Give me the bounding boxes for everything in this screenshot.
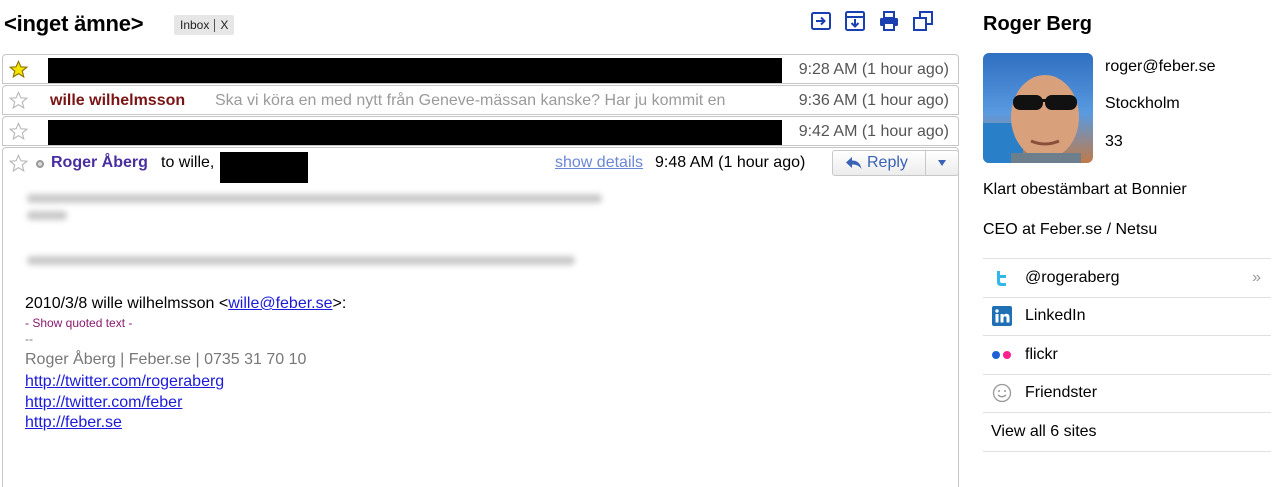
message-thread: 9:28 AM (1 hour ago) wille wilhelmsson S…	[2, 54, 959, 487]
signature-link[interactable]: http://twitter.com/feber	[25, 394, 182, 412]
signature-text: Roger Åberg | Feber.se | 0735 31 70 10	[25, 351, 307, 368]
conversation-subject: <inget ämne>	[4, 11, 144, 36]
print-icon[interactable]	[878, 10, 900, 32]
view-all-label: View all 6 sites	[991, 422, 1097, 440]
quote-intro: 2010/3/8 wille wilhelmsson <	[25, 295, 229, 312]
message-from[interactable]: Roger Åberg	[51, 154, 148, 172]
flickr-icon	[991, 344, 1013, 366]
label-separator	[214, 18, 216, 32]
view-all-sites-link[interactable]: View all 6 sites	[983, 413, 1271, 452]
presence-status-icon	[36, 160, 44, 168]
reply-label: Reply	[867, 154, 908, 171]
message-snippet: Ska vi köra en med nytt från Geneve-mäss…	[215, 92, 726, 109]
message-recipients: to wille,	[161, 154, 215, 171]
twitter-icon	[991, 267, 1013, 289]
inbox-label-chip: Inbox X	[174, 15, 235, 35]
message-time: 9:36 AM (1 hour ago)	[798, 92, 949, 109]
site-item-linkedin[interactable]: LinkedIn	[983, 298, 1271, 336]
star-filled-icon[interactable]	[9, 60, 28, 79]
contact-city: Stockholm	[1105, 95, 1180, 112]
site-label: @rogeraberg	[1025, 268, 1120, 286]
blurred-body-text	[27, 188, 607, 281]
signature-link[interactable]: http://twitter.com/rogeraberg	[25, 373, 224, 391]
show-quoted-text-link[interactable]: - Show quoted text -	[25, 316, 132, 330]
quote-header: 2010/3/8 wille wilhelmsson <wille@feber.…	[25, 295, 346, 313]
show-details-link[interactable]: show details	[555, 154, 643, 172]
reply-options-dropdown[interactable]	[925, 150, 959, 176]
remove-label-button[interactable]: X	[220, 15, 228, 35]
reply-button[interactable]: Reply	[832, 150, 926, 176]
message-time: 9:48 AM (1 hour ago)	[655, 154, 806, 171]
quote-email-link[interactable]: wille@feber.se	[228, 295, 332, 312]
redacted-block	[220, 152, 308, 183]
site-item-flickr[interactable]: flickr	[983, 336, 1271, 375]
thread-row-collapsed[interactable]: wille wilhelmsson Ska vi köra en med nyt…	[2, 85, 959, 115]
redacted-block	[48, 58, 782, 83]
contact-bio-line: CEO at Feber.se / Netsu	[983, 221, 1158, 238]
linkedin-icon	[991, 305, 1013, 327]
redacted-block	[48, 120, 782, 145]
contact-age: 33	[1105, 133, 1123, 150]
new-window-icon[interactable]	[810, 10, 832, 32]
message-time: 9:42 AM (1 hour ago)	[798, 123, 949, 140]
thread-row-collapsed[interactable]: 9:42 AM (1 hour ago)	[2, 116, 959, 146]
message-time: 9:28 AM (1 hour ago)	[798, 61, 949, 78]
site-label: LinkedIn	[1025, 307, 1086, 325]
contact-bio-line: Klart obestämbart at Bonnier	[983, 181, 1187, 198]
blurred-text-image	[27, 194, 602, 265]
site-item-twitter[interactable]: @rogeraberg »	[983, 259, 1271, 298]
thread-row-collapsed[interactable]: 9:28 AM (1 hour ago)	[2, 54, 959, 84]
site-label: flickr	[1025, 345, 1058, 363]
label-name[interactable]: Inbox	[180, 15, 209, 35]
conversation-toolbar	[810, 10, 934, 32]
star-empty-icon[interactable]	[9, 154, 28, 173]
contact-sidebar: Roger Berg roger@feber.se Stockholm 33 K…	[983, 0, 1271, 479]
site-item-friendster[interactable]: Friendster	[983, 375, 1271, 413]
open-message: Roger Åberg to wille, show details 9:48 …	[2, 147, 959, 487]
site-label: Friendster	[1025, 384, 1098, 402]
contact-name: Roger Berg	[983, 13, 1092, 35]
reply-arrow-icon	[846, 157, 862, 169]
conversation-pane: <inget ämne> Inbox X 9:28 AM (1 hour ago…	[0, 0, 962, 487]
download-icon[interactable]	[844, 10, 866, 32]
sender-name: wille wilhelmsson	[50, 92, 186, 109]
social-sites-list: @rogeraberg » LinkedIn flickr Friendster…	[983, 258, 1271, 452]
chevron-down-icon	[938, 160, 946, 166]
expand-icon[interactable]	[912, 10, 934, 32]
star-empty-icon[interactable]	[9, 122, 28, 141]
star-empty-icon[interactable]	[9, 91, 28, 110]
signature-link[interactable]: http://feber.se	[25, 414, 122, 432]
quote-intro-end: >:	[332, 295, 347, 312]
contact-email[interactable]: roger@feber.se	[1105, 58, 1216, 76]
friendster-icon	[991, 382, 1013, 404]
avatar	[983, 53, 1093, 163]
signature-separator: --	[25, 332, 33, 346]
avatar-photo	[983, 53, 1093, 163]
chevron-right-icon[interactable]: »	[1252, 269, 1261, 287]
